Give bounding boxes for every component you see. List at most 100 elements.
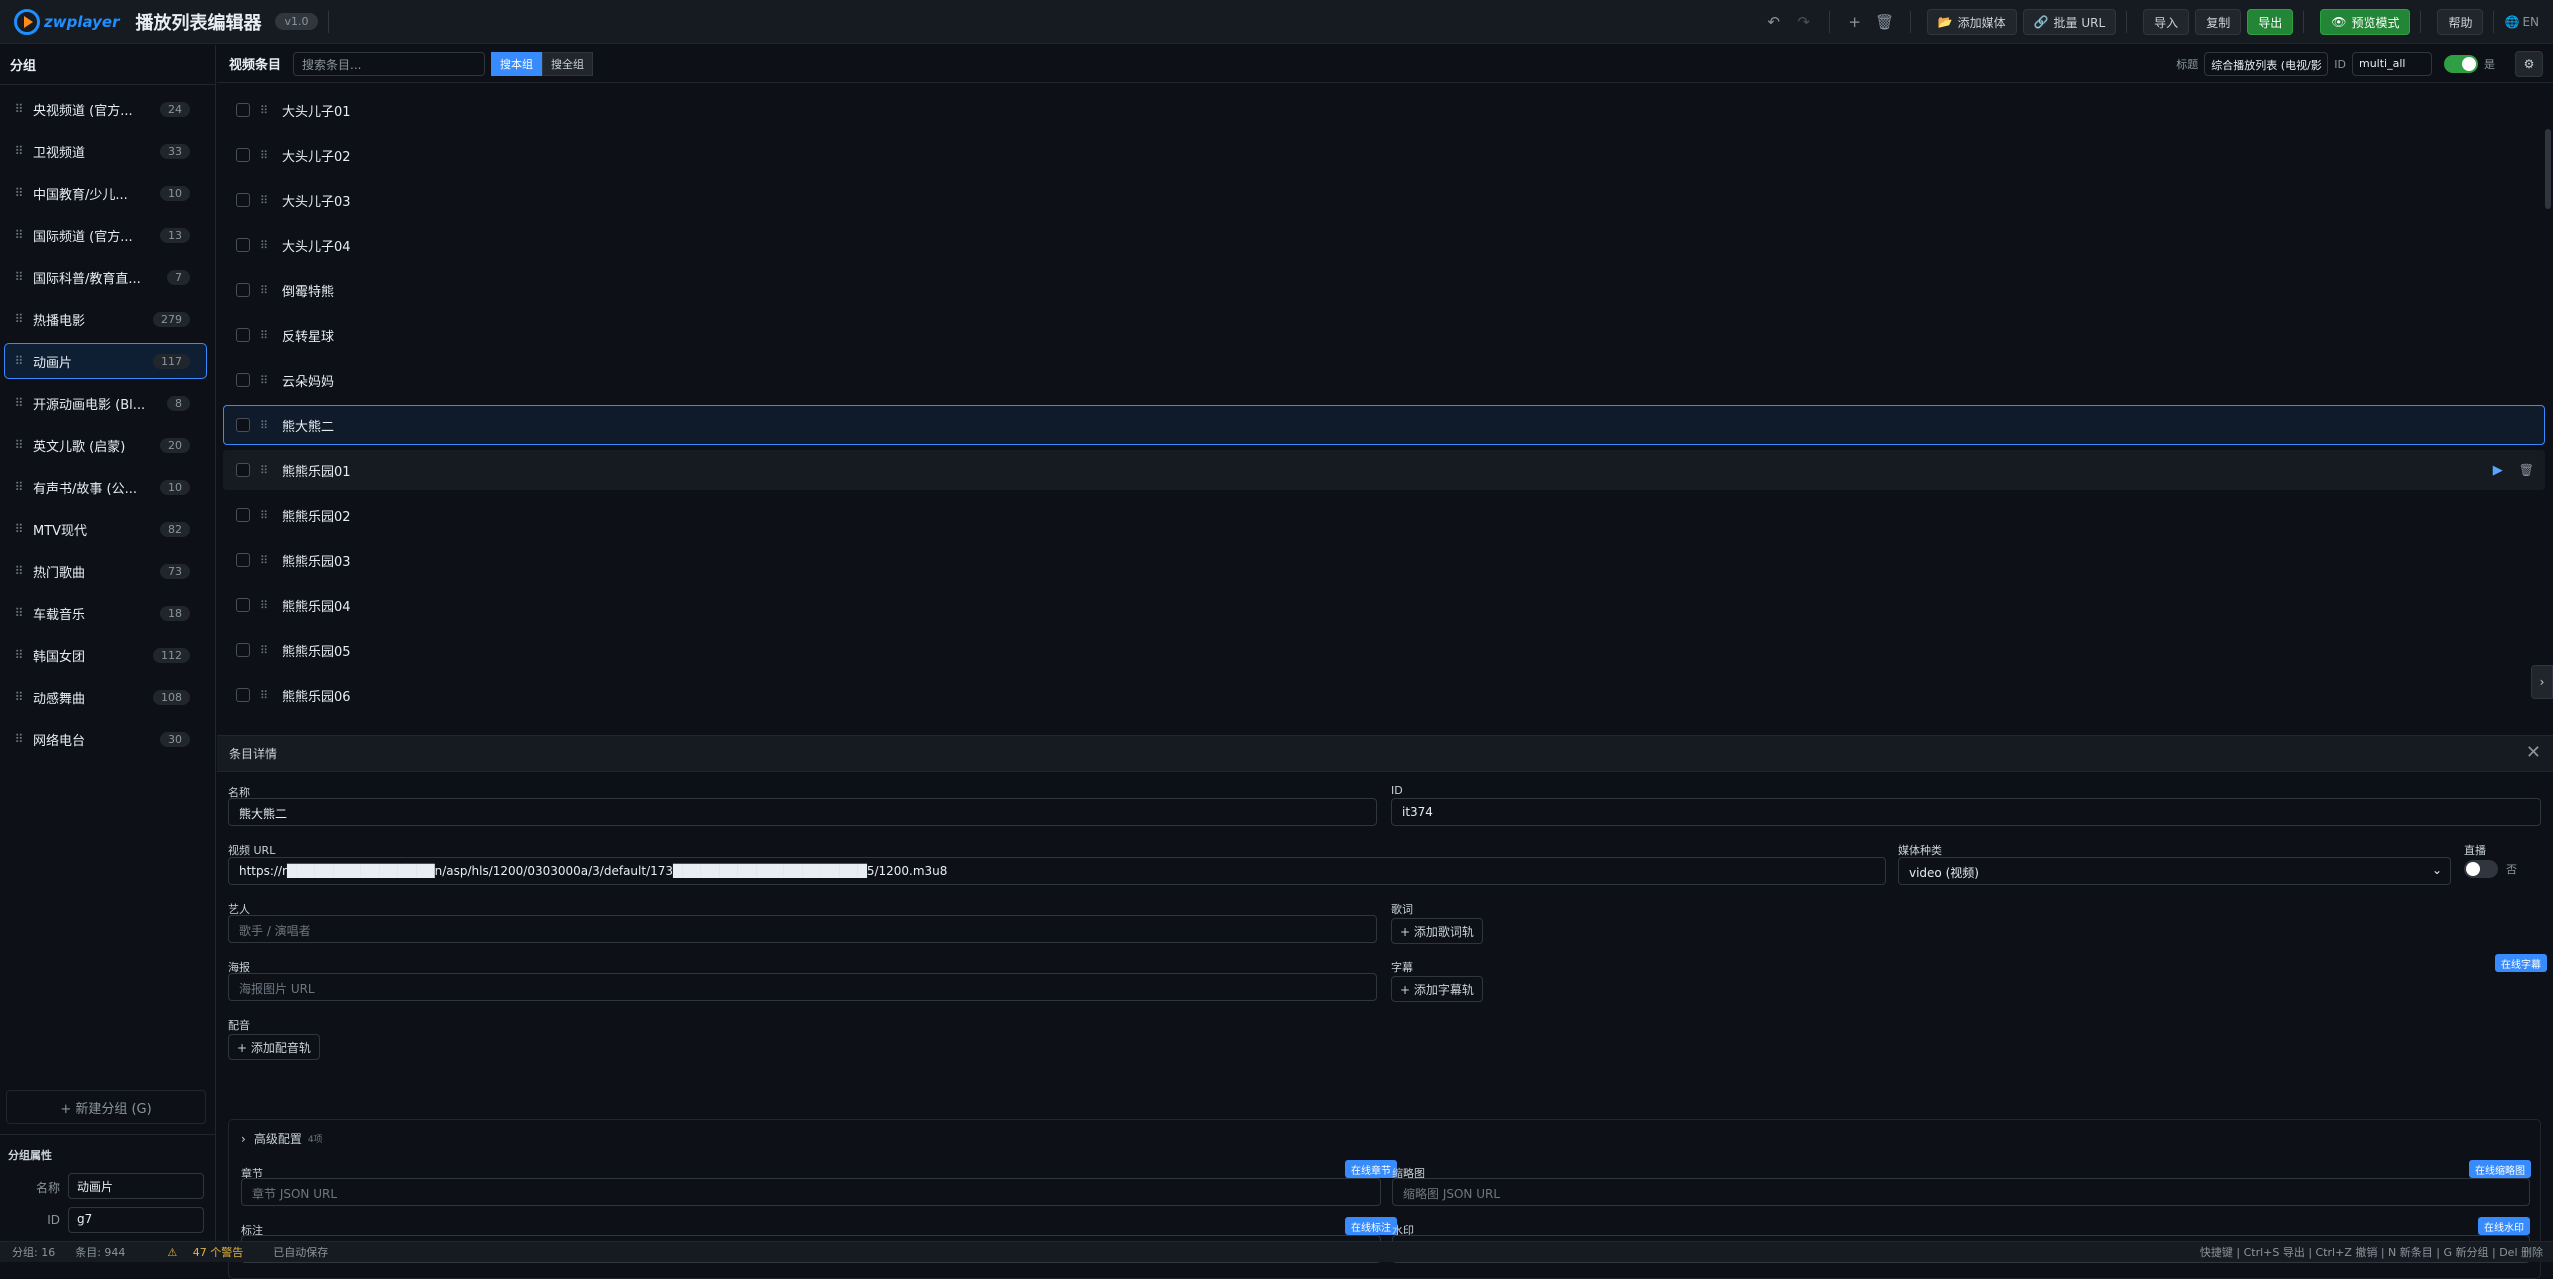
drag-handle-icon[interactable]: ⠿ bbox=[260, 149, 274, 162]
scope-current-group[interactable]: 搜本组 bbox=[491, 51, 543, 76]
online-mark-button[interactable]: 在线标注 bbox=[1345, 1217, 1397, 1235]
list-item[interactable]: ⠿ 大头儿子01 bbox=[223, 90, 2545, 130]
drag-handle-icon[interactable]: ⠿ bbox=[260, 599, 274, 612]
drag-handle-icon[interactable]: ⠿ bbox=[5, 270, 33, 284]
drag-handle-icon[interactable]: ⠿ bbox=[260, 194, 274, 207]
status-warnings[interactable]: ⚠ 47 个警告 bbox=[155, 1244, 243, 1260]
name-input[interactable]: 熊大熊二 bbox=[228, 798, 1377, 826]
id-input[interactable]: it374 bbox=[1391, 798, 2541, 826]
drag-handle-icon[interactable]: ⠿ bbox=[260, 464, 274, 477]
sidebar-group-item[interactable]: ⠿ 中国教育/少儿... 10 bbox=[4, 175, 207, 211]
drag-handle-icon[interactable]: ⠿ bbox=[5, 144, 33, 158]
poster-input[interactable]: 海报图片 URL bbox=[228, 973, 1377, 1001]
chevron-right-icon[interactable]: › bbox=[2531, 665, 2553, 699]
sidebar-group-item[interactable]: ⠿ 国际频道 (官方... 13 bbox=[4, 217, 207, 253]
list-item[interactable]: ⠿ 熊熊乐园01 ▶ 🗑 bbox=[223, 450, 2545, 490]
drag-handle-icon[interactable]: ⠿ bbox=[5, 522, 33, 536]
drag-handle-icon[interactable]: ⠿ bbox=[5, 606, 33, 620]
list-item[interactable]: ⠿ 熊熊乐园03 bbox=[223, 540, 2545, 580]
add-lyrics-button[interactable]: + 添加歌词轨 bbox=[1391, 918, 1483, 944]
item-checkbox[interactable] bbox=[236, 148, 250, 162]
new-group-button[interactable]: + 新建分组 (G) bbox=[6, 1090, 206, 1124]
trash-icon[interactable]: 🗑 bbox=[1870, 8, 1900, 36]
list-item[interactable]: ⠿ 倒霉特熊 bbox=[223, 270, 2545, 310]
list-item[interactable]: ⠿ 熊熊乐园06 bbox=[223, 675, 2545, 715]
sidebar-group-item[interactable]: ⠿ 动画片 117 bbox=[4, 343, 207, 379]
list-item[interactable]: ⠿ 大头儿子02 bbox=[223, 135, 2545, 175]
drag-handle-icon[interactable]: ⠿ bbox=[260, 284, 274, 297]
list-item[interactable]: ⠿ 熊大熊二 bbox=[223, 405, 2545, 445]
group-name-input[interactable]: 动画片 bbox=[68, 1173, 204, 1199]
online-watermark-button[interactable]: 在线水印 bbox=[2478, 1217, 2530, 1235]
help-button[interactable]: 帮助 bbox=[2437, 9, 2484, 35]
playlist-id-input[interactable]: multi_all bbox=[2352, 52, 2432, 76]
playlist-title-input[interactable]: 综合播放列表 (电视/影 bbox=[2204, 52, 2329, 76]
drag-handle-icon[interactable]: ⠿ bbox=[260, 644, 274, 657]
drag-handle-icon[interactable]: ⠿ bbox=[260, 374, 274, 387]
import-button[interactable]: 导入 bbox=[2143, 9, 2190, 35]
drag-handle-icon[interactable]: ⠿ bbox=[5, 480, 33, 494]
artist-input[interactable]: 歌手 / 演唱者 bbox=[228, 915, 1377, 943]
drag-handle-icon[interactable]: ⠿ bbox=[5, 690, 33, 704]
add-media-button[interactable]: 📂 添加媒体 bbox=[1926, 9, 2017, 35]
drag-handle-icon[interactable]: ⠿ bbox=[260, 509, 274, 522]
drag-handle-icon[interactable]: ⠿ bbox=[5, 564, 33, 578]
sidebar-group-item[interactable]: ⠿ 网络电台 30 bbox=[4, 721, 207, 757]
sidebar-group-item[interactable]: ⠿ 有声书/故事 (公... 10 bbox=[4, 469, 207, 505]
sidebar-group-item[interactable]: ⠿ 英文儿歌 (启蒙) 20 bbox=[4, 427, 207, 463]
drag-handle-icon[interactable]: ⠿ bbox=[5, 312, 33, 326]
chapter-input[interactable]: 章节 JSON URL bbox=[241, 1178, 1381, 1206]
drag-handle-icon[interactable]: ⠿ bbox=[260, 104, 274, 117]
thumbnail-input[interactable]: 缩略图 JSON URL bbox=[1392, 1178, 2530, 1206]
sidebar-group-item[interactable]: ⠿ 国际科普/教育直... 7 bbox=[4, 259, 207, 295]
drag-handle-icon[interactable]: ⠿ bbox=[5, 228, 33, 242]
online-subtitle-button[interactable]: 在线字幕 bbox=[2495, 954, 2547, 972]
add-dub-button[interactable]: + 添加配音轨 bbox=[228, 1034, 320, 1060]
item-checkbox[interactable] bbox=[236, 238, 250, 252]
live-toggle[interactable] bbox=[2464, 860, 2498, 878]
item-checkbox[interactable] bbox=[236, 643, 250, 657]
drag-handle-icon[interactable]: ⠿ bbox=[260, 239, 274, 252]
language-button[interactable]: 🌐 EN bbox=[2504, 8, 2539, 36]
online-thumbnail-button[interactable]: 在线缩略图 bbox=[2469, 1160, 2531, 1178]
gear-icon[interactable]: ⚙ bbox=[2515, 51, 2543, 77]
list-item[interactable]: ⠿ 熊熊乐园05 bbox=[223, 630, 2545, 670]
item-checkbox[interactable] bbox=[236, 508, 250, 522]
drag-handle-icon[interactable]: ⠿ bbox=[5, 354, 33, 368]
list-item[interactable]: ⠿ 熊熊乐园04 bbox=[223, 585, 2545, 625]
bulk-url-button[interactable]: 🔗 批量 URL bbox=[2022, 9, 2117, 35]
sidebar-group-item[interactable]: ⠿ 动感舞曲 108 bbox=[4, 679, 207, 715]
list-scrollbar[interactable] bbox=[2545, 129, 2551, 209]
advanced-toggle[interactable]: › 高级配置 4项 bbox=[241, 1130, 323, 1147]
drag-handle-icon[interactable]: ⠿ bbox=[5, 186, 33, 200]
sidebar-group-item[interactable]: ⠿ 热门歌曲 73 bbox=[4, 553, 207, 589]
export-button[interactable]: 导出 bbox=[2247, 9, 2294, 35]
sidebar-group-item[interactable]: ⠿ MTV现代 82 bbox=[4, 511, 207, 547]
item-checkbox[interactable] bbox=[236, 463, 250, 477]
url-input[interactable]: https://r████████████████n/asp/hls/1200/… bbox=[228, 857, 1886, 885]
item-checkbox[interactable] bbox=[236, 688, 250, 702]
drag-handle-icon[interactable]: ⠿ bbox=[260, 689, 274, 702]
item-checkbox[interactable] bbox=[236, 103, 250, 117]
item-checkbox[interactable] bbox=[236, 553, 250, 567]
item-checkbox[interactable] bbox=[236, 193, 250, 207]
online-chapter-button[interactable]: 在线章节 bbox=[1345, 1160, 1397, 1178]
redo-icon[interactable]: ↷ bbox=[1789, 8, 1819, 36]
drag-handle-icon[interactable]: ⠿ bbox=[5, 732, 33, 746]
list-item[interactable]: ⠿ 反转星球 bbox=[223, 315, 2545, 355]
group-id-input[interactable]: g7 bbox=[68, 1207, 204, 1233]
drag-handle-icon[interactable]: ⠿ bbox=[5, 102, 33, 116]
sidebar-group-item[interactable]: ⠿ 央视频道 (官方... 24 bbox=[4, 91, 207, 127]
trash-icon[interactable]: 🗑 bbox=[2519, 463, 2534, 477]
sidebar-group-item[interactable]: ⠿ 韩国女团 112 bbox=[4, 637, 207, 673]
plus-icon[interactable]: + bbox=[1840, 8, 1870, 36]
drag-handle-icon[interactable]: ⠿ bbox=[5, 438, 33, 452]
drag-handle-icon[interactable]: ⠿ bbox=[260, 554, 274, 567]
sidebar-group-item[interactable]: ⠿ 开源动画电影 (Bl... 8 bbox=[4, 385, 207, 421]
scope-all-groups[interactable]: 搜全组 bbox=[542, 51, 594, 76]
list-item[interactable]: ⠿ 熊熊乐园02 bbox=[223, 495, 2545, 535]
sidebar-group-item[interactable]: ⠿ 车载音乐 18 bbox=[4, 595, 207, 631]
item-checkbox[interactable] bbox=[236, 328, 250, 342]
drag-handle-icon[interactable]: ⠿ bbox=[260, 419, 274, 432]
close-icon[interactable]: ✕ bbox=[2526, 742, 2541, 763]
